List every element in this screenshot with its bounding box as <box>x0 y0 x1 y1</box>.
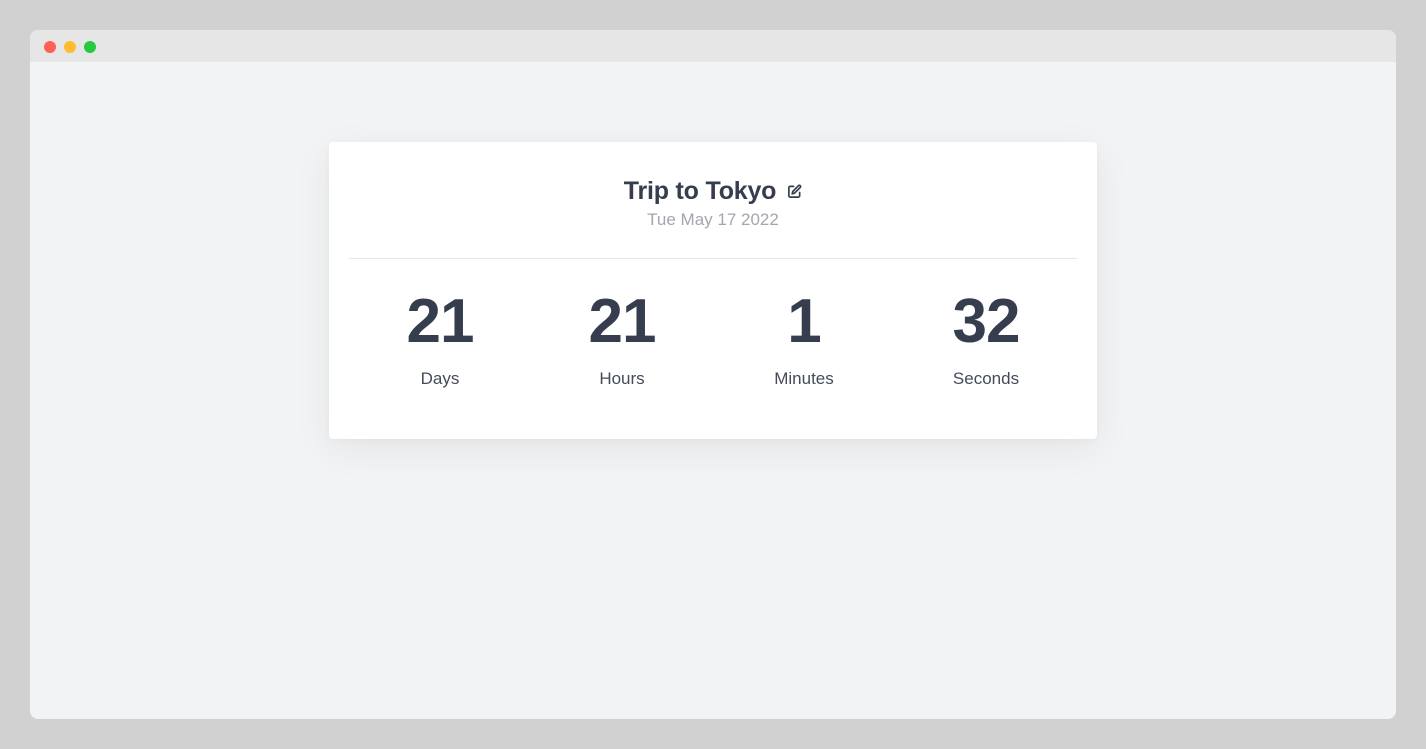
window-close-button[interactable] <box>44 41 56 53</box>
countdown-units: 21 Days 21 Hours 1 Minutes 32 Seconds <box>349 288 1077 389</box>
days-label: Days <box>420 369 460 388</box>
countdown-date: Tue May 17 2022 <box>647 210 779 229</box>
days-value: 21 <box>406 287 475 356</box>
countdown-unit-minutes: 1 Minutes <box>713 288 895 389</box>
edit-icon[interactable] <box>786 184 802 200</box>
countdown-header: Trip to Tokyo Tue May 17 2022 <box>329 174 1097 230</box>
seconds-label: Seconds <box>952 369 1020 388</box>
title-row: Trip to Tokyo <box>624 174 803 208</box>
countdown-unit-seconds: 32 Seconds <box>895 288 1077 389</box>
countdown-card: Trip to Tokyo Tue May 17 2022 21 Days 21… <box>329 142 1097 439</box>
countdown-unit-hours: 21 Hours <box>531 288 713 389</box>
minutes-value: 1 <box>787 287 821 356</box>
app-window: Trip to Tokyo Tue May 17 2022 21 Days 21… <box>30 30 1396 719</box>
window-titlebar <box>30 30 1396 62</box>
hours-value: 21 <box>588 287 657 356</box>
window-zoom-button[interactable] <box>84 41 96 53</box>
minutes-label: Minutes <box>774 369 834 388</box>
countdown-unit-days: 21 Days <box>349 288 531 389</box>
seconds-value: 32 <box>952 287 1021 356</box>
hours-label: Hours <box>599 369 645 388</box>
header-divider <box>349 258 1077 259</box>
window-minimize-button[interactable] <box>64 41 76 53</box>
countdown-title: Trip to Tokyo <box>623 176 777 205</box>
